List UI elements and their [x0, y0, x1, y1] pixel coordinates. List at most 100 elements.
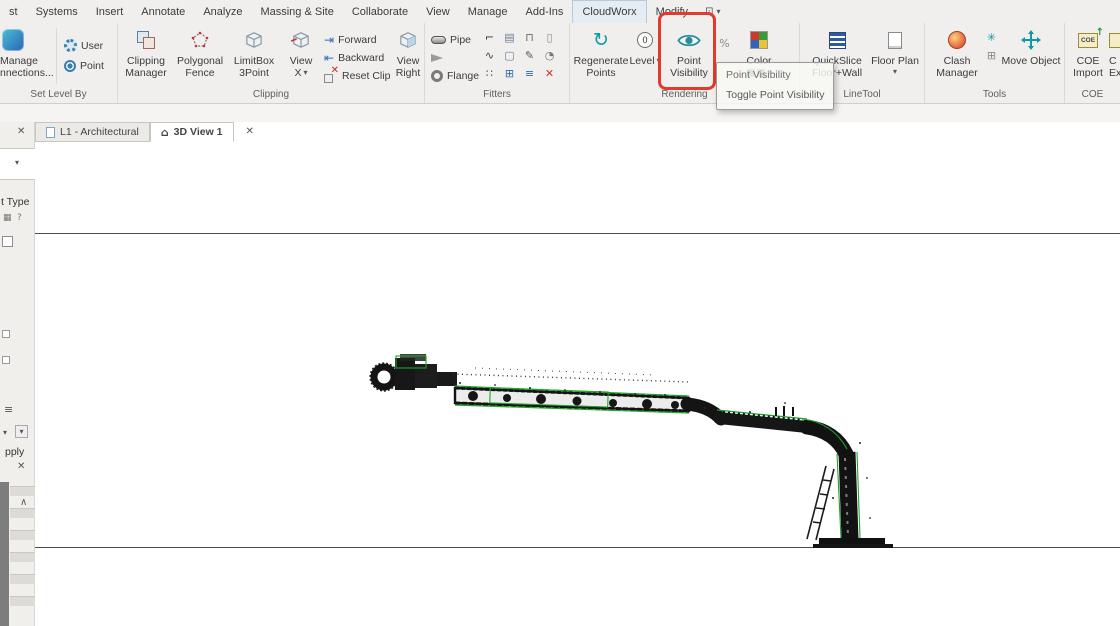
- label: Move Object: [1002, 55, 1061, 67]
- label: Pipe: [450, 34, 471, 46]
- tab-label: 3D View 1: [174, 126, 223, 138]
- fitting-grid-icon[interactable]: ⊞: [501, 65, 518, 81]
- eye-icon: [676, 26, 702, 54]
- flange-button[interactable]: Flange: [431, 67, 479, 84]
- menu-tab-cloudworx[interactable]: CloudWorx: [572, 0, 646, 23]
- label: Manager: [125, 67, 166, 79]
- clipping-manager-button[interactable]: Clipping Manager: [122, 26, 170, 79]
- selector-caret-icon[interactable]: ▾: [15, 159, 19, 167]
- home-icon: ⌂: [161, 127, 169, 138]
- panel-row: [10, 530, 35, 540]
- point-visibility-button[interactable]: Point Visibility: [664, 26, 714, 79]
- apply-button[interactable]: pply: [5, 446, 24, 458]
- upper-section-line: [35, 233, 1120, 234]
- menu-tab-view[interactable]: View: [417, 0, 459, 23]
- dropdown-icon[interactable]: ▾: [3, 429, 7, 437]
- move-object-button[interactable]: Move Object: [1000, 26, 1062, 67]
- view-tab-l1-architectural[interactable]: L1 - Architectural: [35, 122, 150, 142]
- label: nnections...: [0, 67, 54, 79]
- coe-import-button[interactable]: COE↑ COE Import: [1069, 26, 1107, 79]
- group-fitters: Pipe Flange ⌐ ▤ ⊓ ▯ ∿ ▢ ✎ ◔ ∷ ⊞ ≡ ✕ Fitt…: [425, 23, 570, 103]
- fitting-gauge-icon[interactable]: ◔: [541, 47, 558, 63]
- reducer-button[interactable]: [431, 49, 443, 66]
- ribbon-display-toggle[interactable]: ⊡ ▾: [697, 0, 728, 23]
- clip-forward-button[interactable]: ⇥ Forward: [324, 31, 377, 48]
- label: C: [1109, 55, 1117, 67]
- clip-backward-button[interactable]: ⇤ Backward: [324, 49, 384, 66]
- help-icon[interactable]: ?: [17, 214, 22, 223]
- menu-tab-analyze[interactable]: Analyze: [194, 0, 251, 23]
- slice-icon: [829, 26, 846, 54]
- group-coe: COE↑ COE Import C Ex COE: [1065, 23, 1120, 103]
- viewport-canvas[interactable]: [35, 142, 1120, 626]
- properties-panel: ✕ ▾ t Type ▦ ? ≡ ▾ ▾ pply ✕ ∧: [0, 122, 35, 626]
- revit-cloudworx-window: { "menubar": { "items": ["st", "Systems"…: [0, 0, 1120, 626]
- group-label-tools: Tools: [925, 89, 1064, 100]
- fitting-pencil-icon[interactable]: ✎: [521, 47, 538, 63]
- floor-plan-button[interactable]: Floor Plan ▾: [870, 26, 920, 76]
- fitting-clipboard-icon[interactable]: ▤: [501, 29, 518, 45]
- menu-tab-st[interactable]: st: [0, 0, 27, 23]
- view-tab-3d-view-1[interactable]: ⌂ 3D View 1: [150, 122, 234, 142]
- tab-close-icon[interactable]: ✕: [246, 127, 254, 137]
- menu-tab-insert[interactable]: Insert: [87, 0, 133, 23]
- reset-clip-button[interactable]: ✕ Reset Clip: [324, 67, 390, 84]
- set-level-user-button[interactable]: User: [64, 37, 103, 54]
- point-cloud-pipe-model: [355, 348, 895, 553]
- cube-icon: [243, 26, 265, 54]
- tools-grid-icon[interactable]: ⊞: [983, 47, 1000, 63]
- limitbox-3point-button[interactable]: LimitBox 3Point: [228, 26, 280, 79]
- layers-icon: [136, 26, 156, 54]
- pipe-button[interactable]: Pipe: [431, 31, 471, 48]
- scroll-down-button[interactable]: ▾: [15, 425, 28, 438]
- color-swatches-icon: [750, 26, 768, 54]
- menu-icon[interactable]: ≡: [4, 404, 13, 415]
- tools-sparkle-icon[interactable]: ✳: [983, 29, 1000, 45]
- regenerate-points-button[interactable]: ↻ Regenerate Points: [574, 26, 628, 79]
- menu-tab-massing-site[interactable]: Massing & Site: [251, 0, 342, 23]
- set-level-point-button[interactable]: Point: [64, 57, 104, 74]
- view-right-button[interactable]: View Right: [392, 26, 424, 79]
- label: Regenerate: [574, 55, 629, 67]
- panel-row: [10, 552, 35, 562]
- fitting-clamp-icon[interactable]: ⊓: [521, 29, 538, 45]
- fitting-scurve-icon[interactable]: ∿: [481, 47, 498, 63]
- label: Point: [677, 55, 701, 67]
- node-percent-icon[interactable]: %: [716, 35, 733, 51]
- coe-export-button[interactable]: C Ex: [1109, 26, 1120, 79]
- ribbon-tab-bar: st Systems Insert Annotate Analyze Massi…: [0, 0, 1120, 23]
- fitting-elbow-icon[interactable]: ⌐: [481, 29, 498, 45]
- clash-manager-button[interactable]: Clash Manager: [933, 26, 981, 79]
- collapse-icon[interactable]: ∧: [20, 498, 27, 508]
- menu-tab-systems[interactable]: Systems: [27, 0, 87, 23]
- panel-close-icon-2[interactable]: ✕: [17, 462, 25, 472]
- group-label-set-level-by: Set Level By: [0, 89, 117, 100]
- fitting-page-icon[interactable]: ▢: [501, 47, 518, 63]
- checkbox[interactable]: [2, 236, 13, 247]
- edit-type-button[interactable]: t Type: [1, 196, 29, 208]
- label: Level: [629, 55, 654, 67]
- panel-close-icon[interactable]: ✕: [17, 127, 25, 137]
- menu-tab-annotate[interactable]: Annotate: [132, 0, 194, 23]
- fitting-rails-icon[interactable]: ≡: [521, 65, 538, 81]
- fitting-cylinder-icon[interactable]: ▯: [541, 29, 558, 45]
- panel-grid-icon[interactable]: ▦: [3, 214, 12, 223]
- menu-tab-addins[interactable]: Add-Ins: [517, 0, 573, 23]
- menu-tab-manage[interactable]: Manage: [459, 0, 517, 23]
- backward-arrow-icon: ⇤: [324, 52, 334, 64]
- chevron-down-icon: ▾: [716, 7, 720, 16]
- level-button[interactable]: 0 Level▾: [628, 26, 662, 67]
- caret-down-icon: ▾: [19, 428, 23, 436]
- reset-clip-icon: ✕: [324, 69, 338, 83]
- property-checkbox[interactable]: [2, 356, 10, 364]
- menu-tab-modify[interactable]: Modify: [647, 0, 697, 23]
- manage-connections-icon: [2, 26, 24, 54]
- panel-row: [10, 596, 35, 606]
- fitting-delete-icon[interactable]: ✕: [541, 65, 558, 81]
- view-x-button[interactable]: View X▾: [282, 26, 320, 79]
- manage-connections-button[interactable]: Manage nnections...: [0, 26, 52, 79]
- menu-tab-collaborate[interactable]: Collaborate: [343, 0, 417, 23]
- polygonal-fence-button[interactable]: Polygonal Fence: [174, 26, 226, 79]
- fitting-bolts-icon[interactable]: ∷: [481, 65, 498, 81]
- property-checkbox[interactable]: [2, 330, 10, 338]
